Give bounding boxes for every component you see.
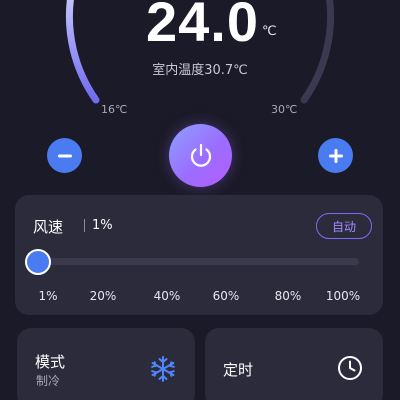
max-temperature-label: 30℃ xyxy=(271,103,298,116)
fan-scale-label: 20% xyxy=(89,289,117,303)
set-temperature: 24.0 xyxy=(146,0,259,53)
fan-scale-label: 1% xyxy=(38,289,58,303)
plus-icon xyxy=(328,148,343,163)
fan-scale-label: 40% xyxy=(153,289,181,303)
fan-speed-slider-track[interactable] xyxy=(37,258,359,265)
fan-speed-value: 1% xyxy=(92,218,113,233)
mode-title: 模式 xyxy=(35,353,66,371)
decrease-temperature-button[interactable] xyxy=(47,138,82,173)
timer-card[interactable]: 定时 xyxy=(205,328,383,400)
snowflake-icon xyxy=(151,356,175,382)
increase-temperature-button[interactable] xyxy=(318,138,353,173)
temperature-unit: ℃ xyxy=(262,24,277,39)
minus-icon xyxy=(57,154,72,157)
fan-scale-label: 60% xyxy=(212,289,240,303)
room-temperature: 室内温度30.7℃ xyxy=(152,63,248,78)
fan-speed-title: 风速 xyxy=(33,218,64,236)
mode-value: 制冷 xyxy=(36,374,61,388)
mode-card[interactable]: 模式 制冷 xyxy=(17,328,195,400)
auto-fan-button[interactable]: 自动 xyxy=(316,213,372,239)
fan-speed-slider-thumb[interactable] xyxy=(25,249,51,275)
min-temperature-label: 16℃ xyxy=(101,103,128,116)
fan-speed-card: 风速 1% 自动 1% 20% 40% 60% 80% 100% xyxy=(15,195,383,315)
dial-remaining-arc xyxy=(300,0,335,104)
fan-scale-label: 80% xyxy=(274,289,302,303)
power-icon xyxy=(190,143,211,167)
timer-title: 定时 xyxy=(223,361,254,379)
fan-scale-label: 100% xyxy=(325,289,361,303)
power-button[interactable] xyxy=(169,124,232,187)
fan-speed-divider xyxy=(84,219,85,232)
clock-icon xyxy=(338,356,362,380)
dial-track-arc xyxy=(65,0,100,104)
